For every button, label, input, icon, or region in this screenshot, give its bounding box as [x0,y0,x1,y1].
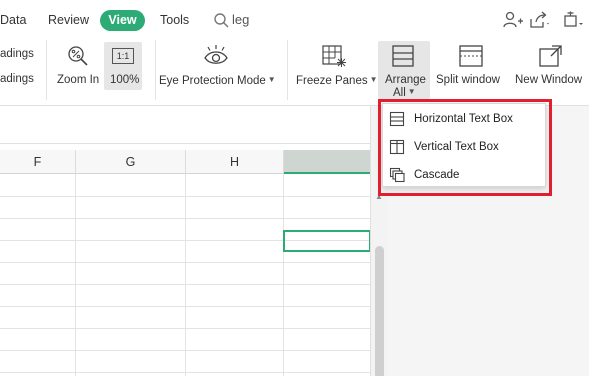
column-line [75,174,76,376]
active-cell[interactable] [283,230,370,252]
search-icon[interactable] [213,12,230,29]
tab-data[interactable]: Data [0,12,26,28]
share-icon[interactable] [528,10,550,30]
eye-protection-mode-button[interactable]: Eye Protection Mode ▼ [159,73,276,88]
ribbon-separator [155,40,156,100]
chevron-down-icon: ▼ [369,75,378,84]
column-line [283,174,284,376]
column-line [185,174,186,376]
spreadsheet-grid[interactable]: F G H [0,144,370,376]
menu-item-label: Vertical Text Box [414,141,499,153]
scrollbar-thumb[interactable] [375,246,384,376]
horizontal-tile-icon [389,111,405,127]
headings-label-top[interactable]: adings [0,47,34,61]
arrange-all-icon [392,45,414,67]
menu-item-vertical-text-box[interactable]: Vertical Text Box [383,134,547,160]
tab-review[interactable]: Review [48,12,89,28]
ribbon: adings adings Zoom In 1:1 100% Eye Prote… [0,40,589,106]
eye-icon[interactable] [202,42,230,68]
one-to-one-icon: 1:1 [112,48,134,64]
column-header-i[interactable] [284,150,370,174]
scroll-up-arrow-icon[interactable]: ▲ [375,192,383,201]
arrange-all-label-line2: All ▼ [393,85,416,100]
chevron-down-icon: ▼ [267,75,276,84]
collapse-icon[interactable] [562,10,584,30]
arrange-all-label-all: All [393,87,406,99]
eye-protection-label: Eye Protection Mode [159,75,266,87]
new-window-icon[interactable] [538,44,564,68]
formula-bar[interactable] [0,106,370,144]
arrange-all-dropdown: Horizontal Text Box Vertical Text Box Ca… [382,103,546,187]
zoom-100-label: 100% [110,74,140,86]
ribbon-separator [287,40,288,100]
new-window-button[interactable]: New Window [515,73,582,87]
split-window-icon[interactable] [458,44,484,68]
menu-item-label: Horizontal Text Box [414,113,513,125]
column-header-h[interactable]: H [186,150,284,174]
freeze-panes-icon[interactable] [321,44,347,68]
zoom-in-button[interactable]: Zoom In [57,73,99,87]
cascade-icon [389,167,405,183]
freeze-panes-button[interactable]: Freeze Panes ▼ [296,73,378,88]
vertical-tile-icon [389,139,405,155]
menu-item-horizontal-text-box[interactable]: Horizontal Text Box [383,106,547,132]
tab-tools[interactable]: Tools [160,12,189,28]
menu-bar: Data Review View Tools leg [0,0,589,40]
ribbon-separator [46,40,47,100]
zoom-in-icon[interactable] [66,44,90,68]
menu-item-cascade[interactable]: Cascade [383,162,547,188]
add-user-icon[interactable] [502,10,524,30]
tab-view[interactable]: View [100,10,145,31]
split-window-button[interactable]: Split window [436,73,500,87]
search-input[interactable]: leg [232,12,249,28]
freeze-panes-label: Freeze Panes [296,75,368,87]
menu-item-label: Cascade [414,169,460,181]
chevron-down-icon: ▼ [407,87,416,96]
headings-label-bottom[interactable]: adings [0,72,34,86]
column-header-f[interactable]: F [0,150,76,174]
column-header-g[interactable]: G [76,150,186,174]
